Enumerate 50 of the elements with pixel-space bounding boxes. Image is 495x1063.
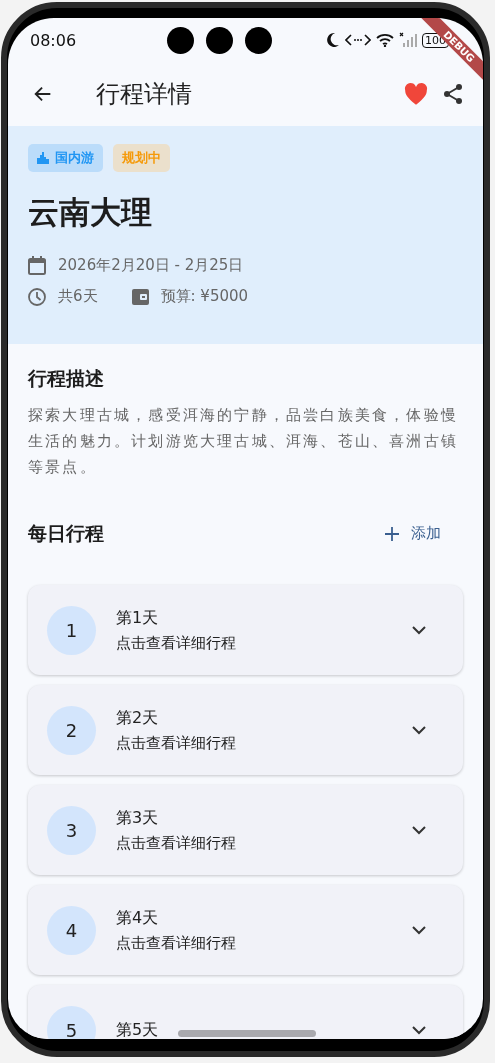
day-number: 4 xyxy=(47,905,96,955)
section-heading: 每日行程 xyxy=(28,520,104,546)
trip-duration: 共6天 xyxy=(58,287,98,306)
day-card[interactable]: 5 第5天 xyxy=(28,985,463,1039)
chevron-icon[interactable] xyxy=(411,625,427,635)
day-number: 5 xyxy=(47,1005,96,1039)
plus-icon xyxy=(385,526,399,541)
day-subtitle: 点击查看详细行程 xyxy=(116,933,236,953)
heart-icon xyxy=(403,82,429,106)
tag-label: 国内游 xyxy=(55,149,94,167)
status-time: 08:06 xyxy=(30,30,78,50)
clock-icon xyxy=(28,287,46,306)
trip-budget: 预算: ¥5000 xyxy=(160,287,249,306)
day-title: 第3天 xyxy=(116,807,159,829)
day-subtitle: 点击查看详细行程 xyxy=(116,633,236,653)
day-card[interactable]: 2 第2天 点击查看详细行程 xyxy=(28,685,463,775)
share-icon xyxy=(441,82,465,106)
camera-icon xyxy=(205,26,233,54)
day-title: 第4天 xyxy=(116,907,159,929)
day-subtitle: 点击查看详细行程 xyxy=(116,833,236,853)
add-button[interactable]: 添加 xyxy=(375,518,463,549)
day-title: 第2天 xyxy=(116,707,159,729)
page-title: 行程详情 xyxy=(96,79,193,110)
camera-icon xyxy=(166,26,194,54)
chevron-icon[interactable] xyxy=(411,825,427,835)
calendar-icon xyxy=(28,256,46,275)
day-subtitle: 点击查看详细行程 xyxy=(116,733,236,753)
moon-icon xyxy=(326,32,340,48)
day-number: 1 xyxy=(47,605,96,655)
trip-description: 探索大理古城，感受洱海的宁静，品尝白族美食，体验慢生活的魅力。计划游览大理古城、洱海、苍山、喜洲古镇等景点。 xyxy=(28,405,459,478)
trip-dates: 2026年2月20日 - 2月25日 xyxy=(58,256,244,275)
day-number: 2 xyxy=(47,705,96,755)
wallet-icon xyxy=(131,288,149,305)
camera-icon xyxy=(244,26,272,54)
day-card[interactable]: 3 第3天 点击查看详细行程 xyxy=(28,785,463,875)
day-card[interactable]: 1 第1天 点击查看详细行程 xyxy=(28,585,463,675)
day-number: 3 xyxy=(47,805,96,855)
tag-label: 规划中 xyxy=(122,149,161,167)
city-icon xyxy=(37,152,49,164)
day-title: 第5天 xyxy=(116,1019,159,1039)
day-card[interactable]: 4 第4天 点击查看详细行程 xyxy=(28,885,463,975)
chevron-icon[interactable] xyxy=(411,925,427,935)
code-icon xyxy=(345,33,371,47)
section-heading: 行程描述 xyxy=(28,366,105,391)
day-title: 第1天 xyxy=(116,607,159,629)
chevron-icon[interactable] xyxy=(411,725,427,735)
trip-title: 云南大理 xyxy=(28,193,153,232)
wifi-icon xyxy=(376,33,394,47)
signal-icon xyxy=(399,32,417,48)
chevron-icon[interactable] xyxy=(411,1025,427,1035)
